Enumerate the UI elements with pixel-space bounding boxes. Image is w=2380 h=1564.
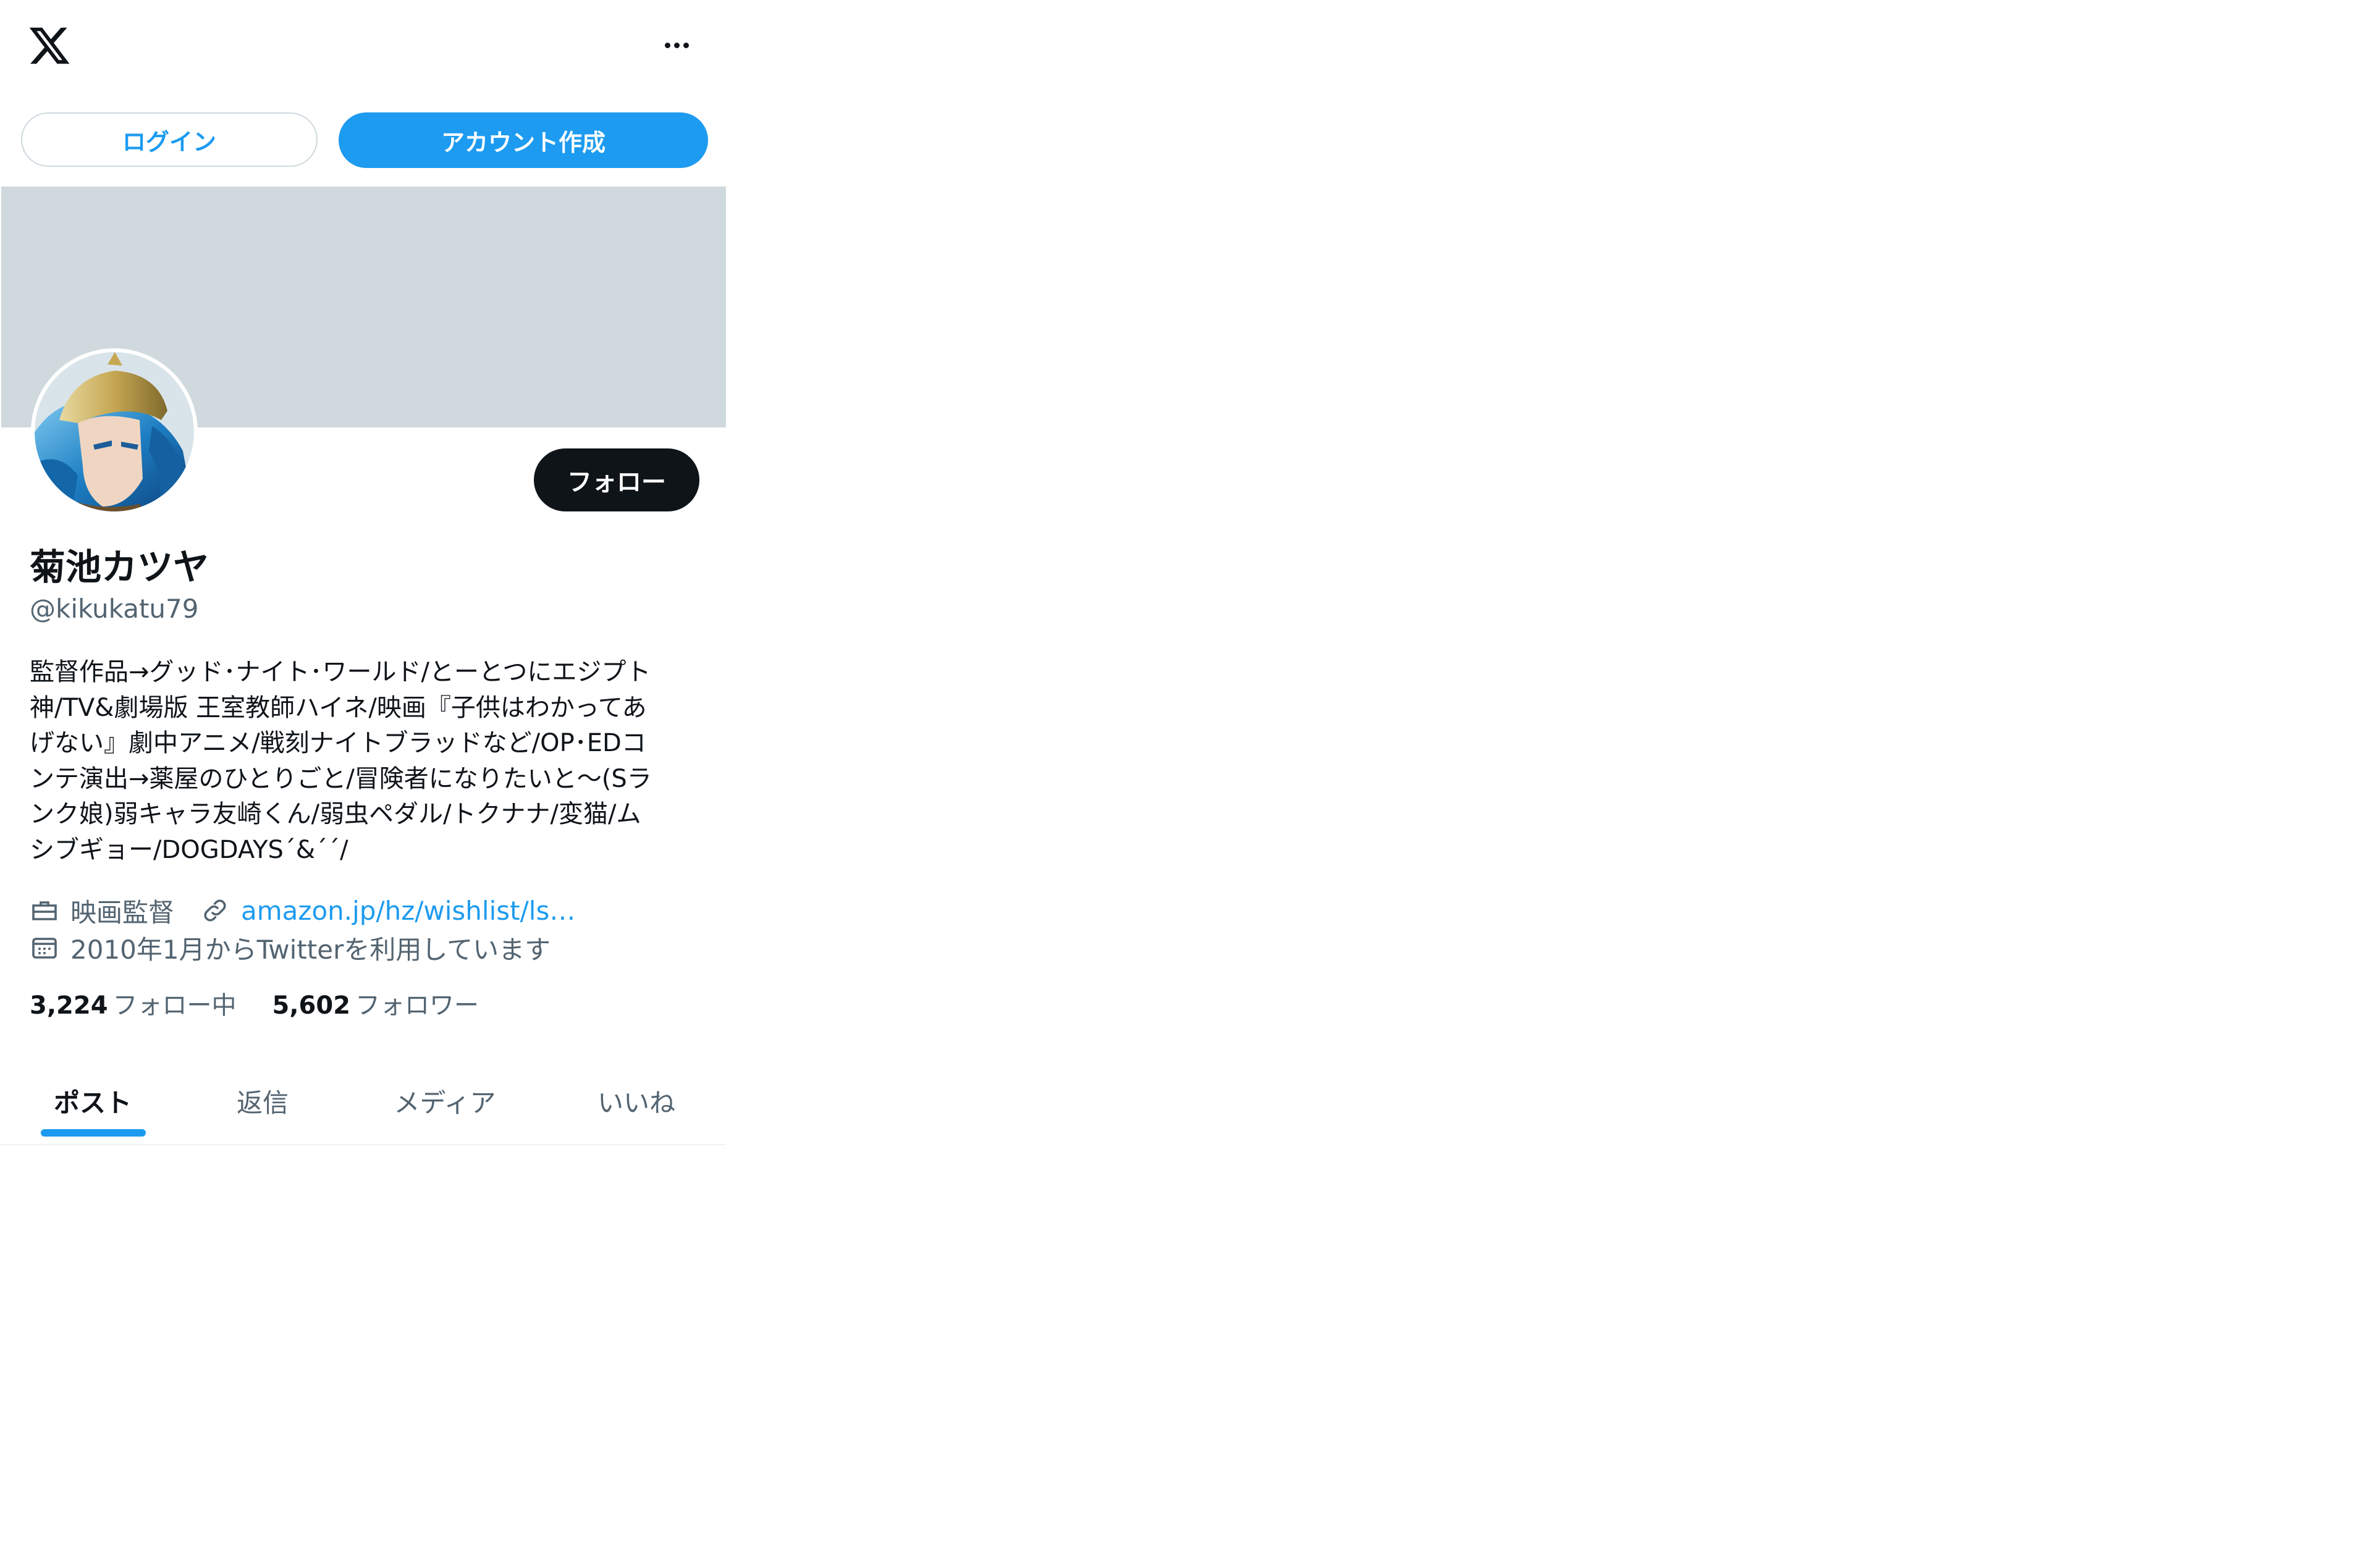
active-tab-indicator <box>41 1129 146 1137</box>
follow-stats: 3,224 フォロー中 5,602 フォロワー <box>30 985 479 1022</box>
followers-link[interactable]: 5,602 フォロワー <box>272 985 479 1021</box>
following-label: フォロー中 <box>112 991 237 1020</box>
display-name: 菊池カツヤ <box>30 546 209 588</box>
x-logo-icon[interactable] <box>27 23 72 68</box>
more-options-icon[interactable] <box>655 30 698 61</box>
tab-replies[interactable]: 返信 <box>192 1057 334 1144</box>
follow-button[interactable]: フォロー <box>534 448 699 511</box>
user-handle: @kikukatu79 <box>30 594 199 624</box>
followers-label: フォロワー <box>355 991 479 1020</box>
briefcase-icon <box>32 901 57 920</box>
profile-website-link[interactable]: amazon.jp/hz/wishlist/ls… <box>241 896 575 926</box>
create-account-button[interactable]: アカウント作成 <box>339 112 708 168</box>
followers-count: 5,602 <box>272 991 351 1020</box>
avatar[interactable] <box>31 348 198 515</box>
following-link[interactable]: 3,224 フォロー中 <box>30 985 237 1021</box>
following-count: 3,224 <box>30 991 108 1020</box>
joined-row: 2010年1月からTwitterを利用しています <box>30 929 551 966</box>
profile-meta-row: 映画監督 amazon.jp/hz/wishlist/ls… <box>30 892 575 929</box>
tab-likes[interactable]: いいね <box>562 1057 711 1144</box>
tab-media[interactable]: メディア <box>371 1057 519 1144</box>
link-icon <box>204 899 226 922</box>
profile-bio: 監督作品→グッド･ナイト･ワールド/とーとつにエジプト 神/TV&劇場版 王室教… <box>30 658 652 864</box>
joined-date: 2010年1月からTwitterを利用しています <box>70 934 551 965</box>
profession-label: 映画監督 <box>70 897 175 928</box>
profile-page: ログイン アカウント作成 フォロー 菊池カツヤ @kikukatu79 監督作品… <box>0 0 726 1145</box>
login-button[interactable]: ログイン <box>21 112 318 167</box>
calendar-icon <box>32 938 57 959</box>
avatar-image <box>35 352 194 511</box>
